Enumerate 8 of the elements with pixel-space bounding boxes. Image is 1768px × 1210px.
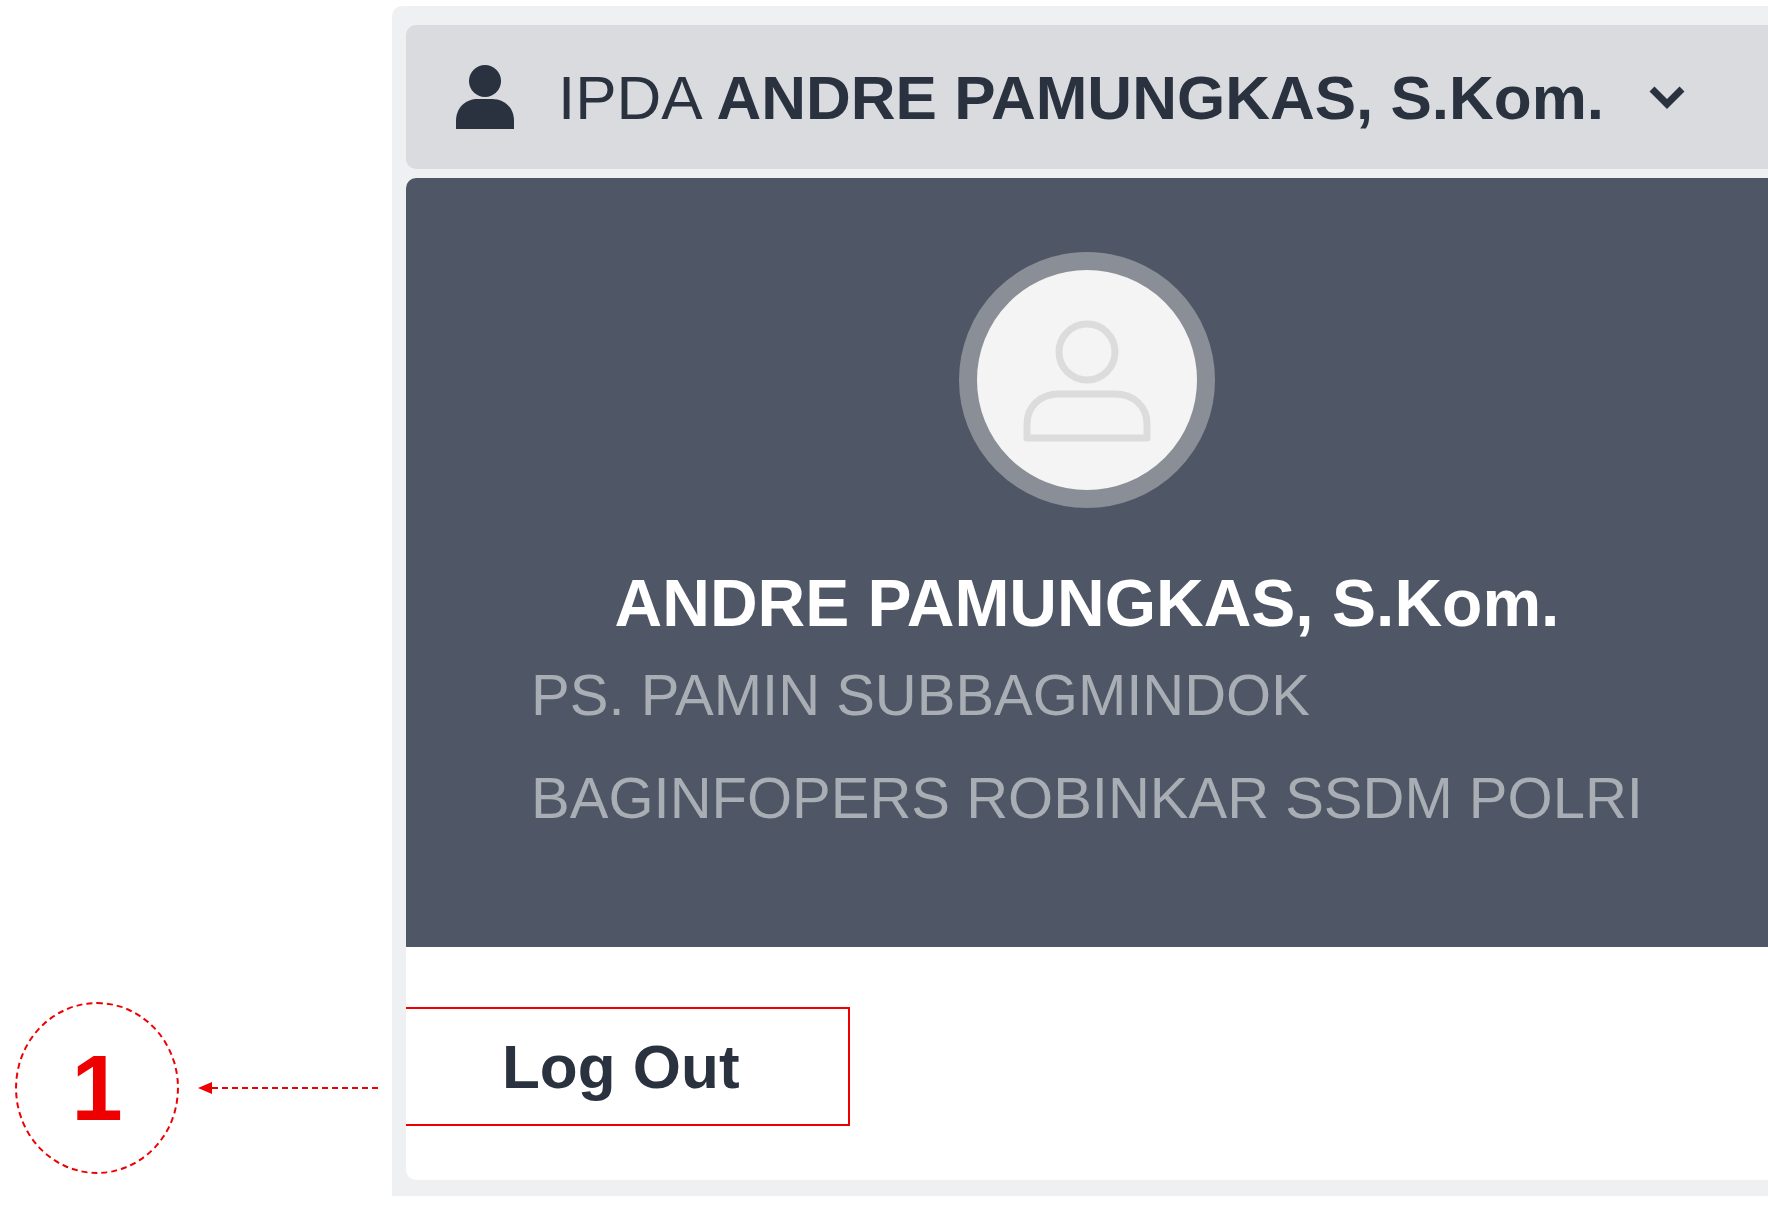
chevron-down-icon: [1648, 85, 1687, 109]
user-icon: [456, 65, 514, 129]
callout-number: 1: [15, 1002, 179, 1174]
profile-position: PS. PAMIN SUBBAGMINDOK: [531, 661, 1311, 730]
user-menu-button[interactable]: IPDA ANDRE PAMUNGKAS, S.Kom.: [406, 25, 1768, 169]
logout-button[interactable]: Log Out: [406, 1007, 850, 1127]
profile-name: ANDRE PAMUNGKAS, S.Kom.: [614, 565, 1560, 642]
profile-position: BAGINFOPERS ROBINKAR SSDM POLRI: [531, 764, 1643, 833]
